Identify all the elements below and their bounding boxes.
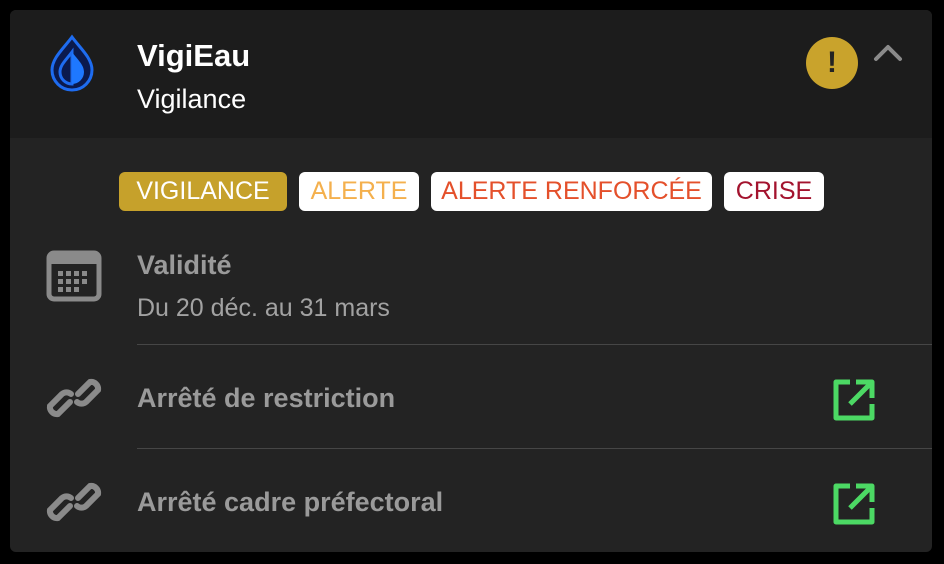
- widget-header[interactable]: VigiEau Vigilance !: [10, 10, 932, 138]
- level-alerte-renforcee-chip: ALERTE RENFORCÉE: [431, 172, 712, 211]
- external-link-icon[interactable]: [830, 480, 878, 528]
- prefectoral-order-link[interactable]: Arrêté cadre préfectoral: [137, 487, 443, 518]
- app-title: VigiEau: [137, 38, 251, 73]
- water-drop-icon: [50, 34, 94, 92]
- external-link-icon[interactable]: [830, 376, 878, 424]
- vigieau-widget-card: VigiEau Vigilance ! VIGILANCE ALERTE ALE…: [10, 10, 932, 552]
- warning-badge: !: [806, 37, 858, 89]
- current-level-label: Vigilance: [137, 84, 247, 114]
- link-icon: [46, 378, 102, 418]
- divider: [137, 344, 932, 345]
- link-icon: [46, 482, 102, 522]
- level-crise-chip: CRISE: [724, 172, 824, 211]
- level-vigilance-chip: VIGILANCE: [119, 172, 287, 211]
- validity-title: Validité: [137, 250, 232, 280]
- validity-dates: Du 20 déc. au 31 mars: [137, 294, 390, 322]
- level-alerte-chip: ALERTE: [299, 172, 419, 211]
- chevron-up-icon[interactable]: [872, 42, 904, 64]
- restriction-order-link[interactable]: Arrêté de restriction: [137, 383, 395, 414]
- calendar-icon: [46, 250, 102, 302]
- divider: [137, 448, 932, 449]
